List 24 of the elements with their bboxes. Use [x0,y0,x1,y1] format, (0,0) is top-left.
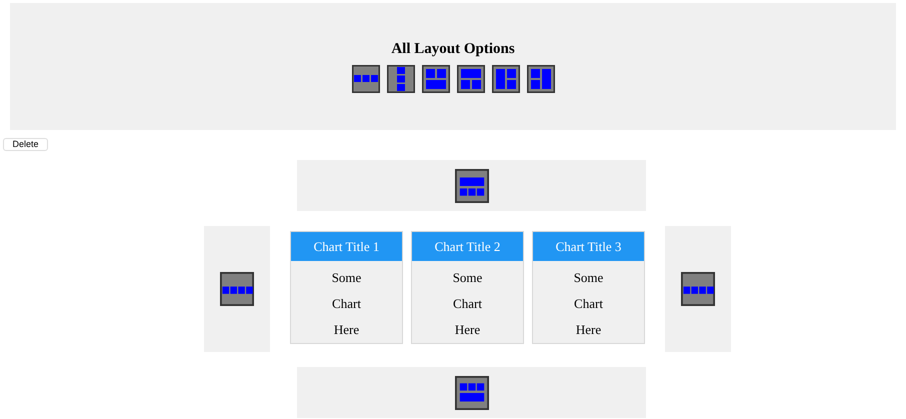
tall-left-layout-icon[interactable] [492,65,520,93]
chart-title: Chart Title 1 [291,232,402,261]
chart-placeholder-text: Some [574,270,604,286]
chart-placeholder-text: Here [334,322,360,338]
chart-placeholder-text: Chart [574,296,603,312]
four-columns-layout-icon[interactable] [681,272,715,306]
chart-title: Chart Title 3 [533,232,644,261]
panel-title: All Layout Options [391,40,515,59]
delete-button[interactable]: Delete [3,138,48,151]
chart-placeholder-text: Chart [332,296,361,312]
three-rows-layout-icon[interactable] [386,65,414,93]
two-over-one-layout-icon[interactable] [422,65,450,93]
tall-right-layout-icon[interactable] [526,65,554,93]
three-over-one-layout-icon[interactable] [454,376,488,410]
one-over-two-layout-icon[interactable] [456,65,484,93]
one-over-three-layout-icon[interactable] [454,168,488,202]
chart-placeholder-text: Chart [453,296,482,312]
chart-title: Chart Title 2 [412,232,523,261]
chart-placeholder-text: Some [452,270,482,286]
chart-placeholder-text: Here [576,322,602,338]
four-columns-layout-icon[interactable] [220,272,254,306]
three-columns-layout-icon[interactable] [352,65,380,93]
chart-placeholder-text: Some [332,270,362,286]
chart-placeholder-text: Here [454,322,480,338]
